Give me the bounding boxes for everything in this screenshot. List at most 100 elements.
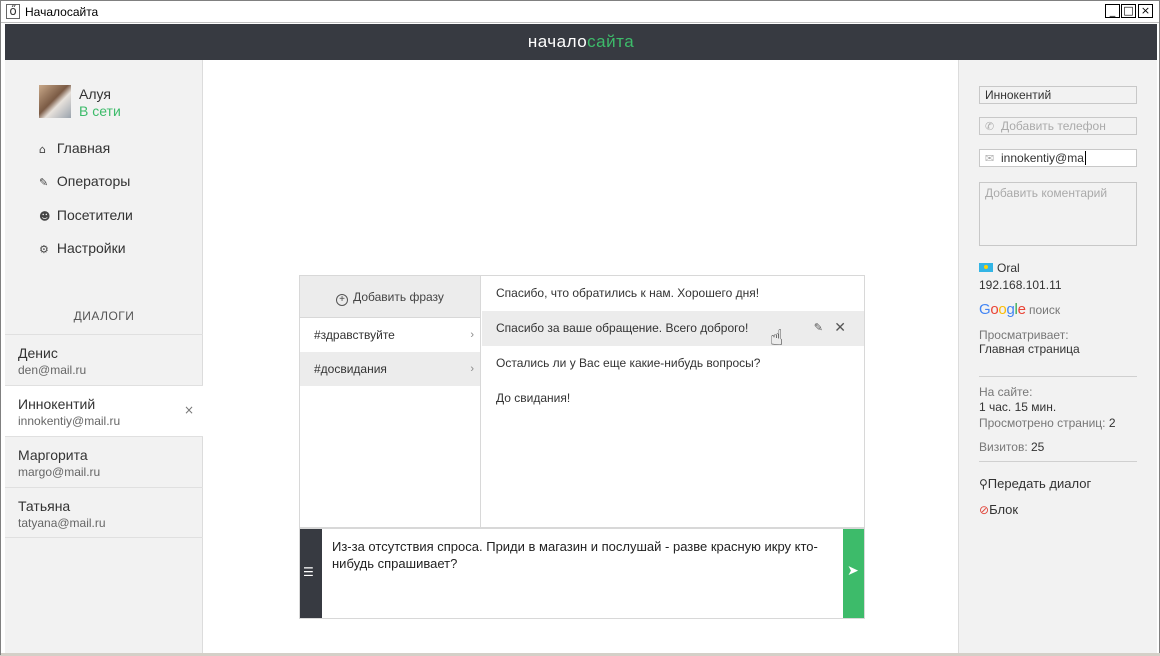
pages-viewed-label: Просмотрено страниц: — [979, 416, 1106, 430]
message-input[interactable]: Из-за отсутствия спроса. Приди в магазин… — [332, 538, 837, 572]
send-icon: ➤ — [847, 563, 859, 579]
visitor-city: Oral — [979, 261, 1020, 275]
user-name: Алуя — [79, 86, 111, 102]
on-site-time: 1 час. 15 мин. — [979, 400, 1057, 414]
dialog-name: Иннокентий — [18, 396, 96, 412]
pages-viewed-value: 2 — [1108, 416, 1116, 430]
phone-placeholder: Добавить телефон — [1001, 119, 1106, 133]
plus-circle-icon: + — [336, 294, 349, 306]
hand-cursor-icon: ☝ — [770, 326, 784, 351]
quick-phrases-panel: + Добавить фразу #здравствуйте › #досвида… — [299, 275, 865, 528]
search-source: Google поиск — [979, 301, 1060, 318]
nav-item-label: Посетители — [56, 207, 133, 223]
on-site-label: На сайте: — [979, 385, 1033, 399]
title-bar: ő Началосайта _ □ × — [1, 1, 1159, 23]
app-header: началосайта — [5, 24, 1157, 60]
comment-field[interactable]: Добавить коментарий — [979, 182, 1137, 246]
email-field[interactable]: ✉ innokentiy@ma — [979, 149, 1137, 167]
user-status: В сети — [79, 103, 121, 119]
maximize-button[interactable]: □ — [1121, 4, 1136, 18]
transfer-dialog-button[interactable]: ⚲Передать диалог — [979, 476, 1091, 491]
dialog-item[interactable]: Денис den@mail.ru — [5, 334, 203, 385]
viewing-page: Главная страница — [979, 342, 1080, 356]
app-icon: ő — [6, 4, 20, 19]
transfer-label: Передать диалог — [987, 476, 1092, 491]
phrase-text: Спасибо за ваше обращение. Всего доброго… — [496, 321, 749, 335]
dialog-name: Маргорита — [18, 447, 88, 463]
phrase-list-icon: ☰ — [303, 565, 314, 579]
dialog-email: margo@mail.ru — [18, 465, 101, 479]
nav-item-settings[interactable]: ⚙ Настройки — [39, 240, 126, 256]
minimize-button[interactable]: _ — [1105, 4, 1120, 18]
phrase-categories: + Добавить фразу #здравствуйте › #досвида… — [300, 276, 481, 527]
nav-item-label: Настройки — [56, 240, 126, 256]
chevron-right-icon: › — [470, 363, 474, 375]
divider — [979, 376, 1137, 377]
gear-icon: ⚙ — [39, 243, 49, 256]
pencil-icon[interactable]: ✎ — [814, 311, 823, 345]
rocket-icon: ⚲ — [979, 477, 988, 491]
phrase-item-hovered[interactable]: Спасибо за ваше обращение. Всего доброго… — [482, 311, 864, 346]
phrase-item[interactable]: До свидания! — [482, 381, 864, 416]
phrase-item[interactable]: Спасибо, что обратились к нам. Хорошего … — [482, 276, 864, 311]
google-logo: Google — [979, 301, 1026, 318]
city-label: Oral — [997, 261, 1020, 275]
visits-value: 25 — [1031, 440, 1045, 454]
close-dialog-icon[interactable]: × — [184, 403, 194, 417]
nav-item-home[interactable]: ⌂ Главная — [39, 140, 110, 156]
add-phrase-button[interactable]: + Добавить фразу — [300, 276, 480, 318]
app-window: ő Началосайта _ □ × началосайта Алуя В с… — [0, 0, 1160, 656]
visitors-icon: ☻ — [39, 210, 51, 223]
logo: началосайта — [5, 32, 1157, 52]
left-sidebar: Алуя В сети ⌂ Главная ✎ Операторы ☻ Посе… — [5, 60, 203, 653]
envelope-icon: ✉ — [985, 152, 995, 165]
add-phrase-label: Добавить фразу — [353, 290, 444, 304]
message-composer: ☰ Из-за отсутствия спроса. Приди в магаз… — [299, 528, 865, 619]
phone-field[interactable]: ✆ Добавить телефон — [979, 117, 1137, 135]
block-label: Блок — [989, 502, 1019, 517]
phrases-toggle-button[interactable]: ☰ — [300, 529, 322, 618]
dialog-item-active[interactable]: Иннокентий innokentiy@mail.ru × — [5, 385, 203, 436]
viewing-label: Просматривает: — [979, 328, 1069, 342]
nav-item-label: Главная — [56, 140, 111, 156]
send-button[interactable]: ➤ — [843, 529, 864, 618]
nav-item-label: Операторы — [56, 173, 131, 189]
visits: Визитов: 25 — [979, 440, 1044, 454]
dialog-item[interactable]: Маргорита margo@mail.ru — [5, 436, 203, 487]
dialog-email: den@mail.ru — [18, 363, 87, 377]
nav-item-visitors[interactable]: ☻ Посетители — [39, 207, 133, 223]
chevron-right-icon: › — [470, 329, 474, 341]
dialogs-heading: ДИАЛОГИ — [73, 309, 135, 323]
block-button[interactable]: ⊘Блок — [979, 502, 1018, 517]
visitor-name-field[interactable]: Иннокентий — [979, 86, 1137, 104]
block-icon: ⊘ — [979, 503, 990, 517]
close-window-button[interactable]: × — [1138, 4, 1153, 18]
visits-label: Визитов: — [979, 440, 1028, 454]
close-icon[interactable]: ✕ — [834, 311, 846, 345]
chat-area: + Добавить фразу #здравствуйте › #досвида… — [203, 60, 958, 653]
dialog-email: innokentiy@mail.ru — [18, 414, 121, 428]
phrase-category[interactable]: #здравствуйте › — [300, 318, 480, 352]
divider — [979, 461, 1137, 462]
pages-viewed: Просмотрено страниц: 2 — [979, 416, 1116, 430]
phrase-item[interactable]: Остались ли у Вас еще какие-нибудь вопро… — [482, 346, 864, 381]
email-value: innokentiy@ma — [1001, 151, 1084, 165]
window-title: Началосайта — [25, 5, 99, 19]
avatar — [39, 85, 71, 118]
dialog-name: Денис — [18, 345, 58, 361]
home-icon: ⌂ — [39, 143, 46, 156]
category-label: #досвидания — [314, 362, 387, 376]
logo-part2: сайта — [587, 32, 635, 51]
phone-icon: ✆ — [985, 120, 995, 133]
dialog-list: Денис den@mail.ru Иннокентий innokentiy@… — [5, 334, 203, 538]
nav-item-operators[interactable]: ✎ Операторы — [39, 173, 130, 189]
visitor-panel: Иннокентий ✆ Добавить телефон ✉ innokentiy… — [958, 60, 1157, 653]
phrase-list: Спасибо, что обратились к нам. Хорошего … — [482, 276, 864, 416]
category-label: #здравствуйте — [314, 328, 395, 342]
phrase-category-selected[interactable]: #досвидания › — [300, 352, 480, 386]
search-label: поиск — [1028, 303, 1061, 317]
operators-icon: ✎ — [39, 176, 49, 189]
visitor-ip: 192.168.101.11 — [979, 278, 1062, 292]
flag-icon — [979, 263, 993, 272]
dialog-item[interactable]: Татьяна tatyana@mail.ru — [5, 487, 203, 538]
